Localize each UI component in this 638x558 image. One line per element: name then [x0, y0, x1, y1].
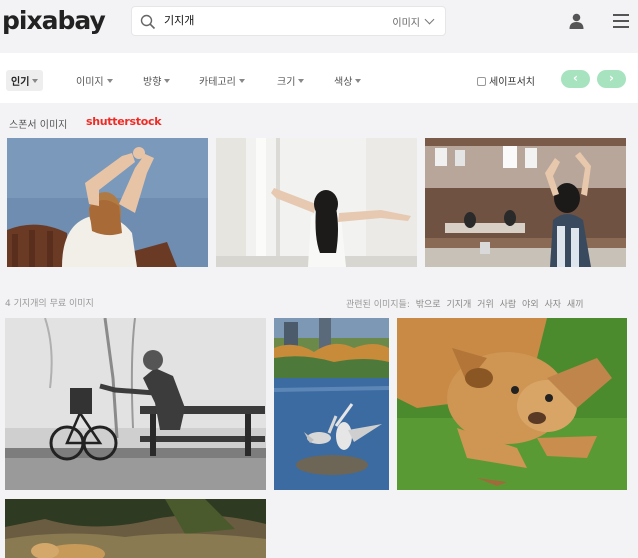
- pixabay-logo[interactable]: pixabay: [2, 6, 106, 35]
- sponsor-image-1[interactable]: [7, 138, 208, 267]
- related-tag[interactable]: 사자: [544, 300, 561, 310]
- related-tag[interactable]: 기지개: [446, 300, 471, 310]
- sponsor-image-3[interactable]: [425, 138, 626, 267]
- filter-color-label: 색상: [334, 77, 353, 88]
- geese-lake-image: [274, 318, 389, 490]
- prev-page-button[interactable]: ‹: [561, 70, 590, 88]
- lion-cub-image: [397, 318, 627, 490]
- caret-down-icon: [238, 79, 245, 83]
- caret-down-icon: [164, 79, 171, 83]
- related-tag[interactable]: 거위: [477, 300, 494, 310]
- related-searches: 관련된 이미지들: 밖으로 기지개 거위 사람 야외 사자 새끼: [346, 297, 583, 310]
- filter-bar: 인기 이미지 방향 카테고리 크기 색상 세이프서치 ‹ ›: [0, 53, 638, 103]
- user-icon[interactable]: [569, 13, 584, 29]
- result-image-2[interactable]: [274, 318, 389, 490]
- caret-down-icon: [106, 79, 113, 83]
- filter-image-type-label: 이미지: [76, 77, 104, 88]
- filter-popular-label: 인기: [11, 77, 30, 88]
- search-input[interactable]: [164, 13, 364, 26]
- related-tag[interactable]: 밖으로: [416, 300, 441, 310]
- caret-down-icon: [355, 79, 362, 83]
- related-label: 관련된 이미지들:: [346, 300, 410, 310]
- filter-size[interactable]: 크기: [277, 73, 305, 88]
- safesearch-label: 세이프서치: [489, 77, 535, 88]
- search-type-dropdown[interactable]: 이미지: [392, 14, 435, 29]
- filter-category-label: 카테고리: [199, 77, 236, 88]
- search-icon[interactable]: [140, 14, 156, 30]
- caret-down-icon: [32, 79, 39, 83]
- filter-size-label: 크기: [277, 77, 296, 88]
- result-image-1[interactable]: [5, 318, 266, 490]
- outdoor-animal-image: [5, 499, 266, 558]
- next-page-button[interactable]: ›: [597, 70, 626, 88]
- woman-window-image: [216, 138, 417, 267]
- filter-color[interactable]: 색상: [334, 73, 362, 88]
- caret-down-icon: [298, 79, 305, 83]
- header: pixabay 이미지: [0, 0, 638, 50]
- related-tag[interactable]: 사람: [500, 300, 517, 310]
- woman-stretching-image: [7, 138, 208, 267]
- filter-popular[interactable]: 인기: [6, 70, 44, 91]
- woman-bicycle-bench-image: [5, 318, 266, 490]
- filter-image-type[interactable]: 이미지: [76, 73, 113, 88]
- filter-orientation-label: 방향: [143, 77, 162, 88]
- search-type-label: 이미지: [392, 18, 420, 29]
- shutterstock-logo[interactable]: shutterstock: [86, 115, 162, 128]
- hamburger-menu-icon[interactable]: [613, 14, 629, 28]
- safesearch-checkbox[interactable]: [477, 77, 486, 86]
- woman-office-image: [425, 138, 626, 267]
- chevron-down-icon: [424, 14, 435, 25]
- result-image-3[interactable]: [397, 318, 627, 490]
- sponsor-label: 스폰서 이미지: [9, 120, 68, 131]
- safesearch-toggle[interactable]: 세이프서치: [477, 73, 535, 88]
- filter-category[interactable]: 카테고리: [199, 73, 245, 88]
- filter-orientation[interactable]: 방향: [143, 73, 171, 88]
- related-tag[interactable]: 야외: [522, 300, 539, 310]
- sponsor-image-2[interactable]: [216, 138, 417, 267]
- results-count: 4 기지개의 무료 이미지: [5, 299, 94, 309]
- result-image-4[interactable]: [5, 499, 266, 558]
- search-bar[interactable]: 이미지: [131, 6, 446, 36]
- related-tag[interactable]: 새끼: [567, 300, 584, 310]
